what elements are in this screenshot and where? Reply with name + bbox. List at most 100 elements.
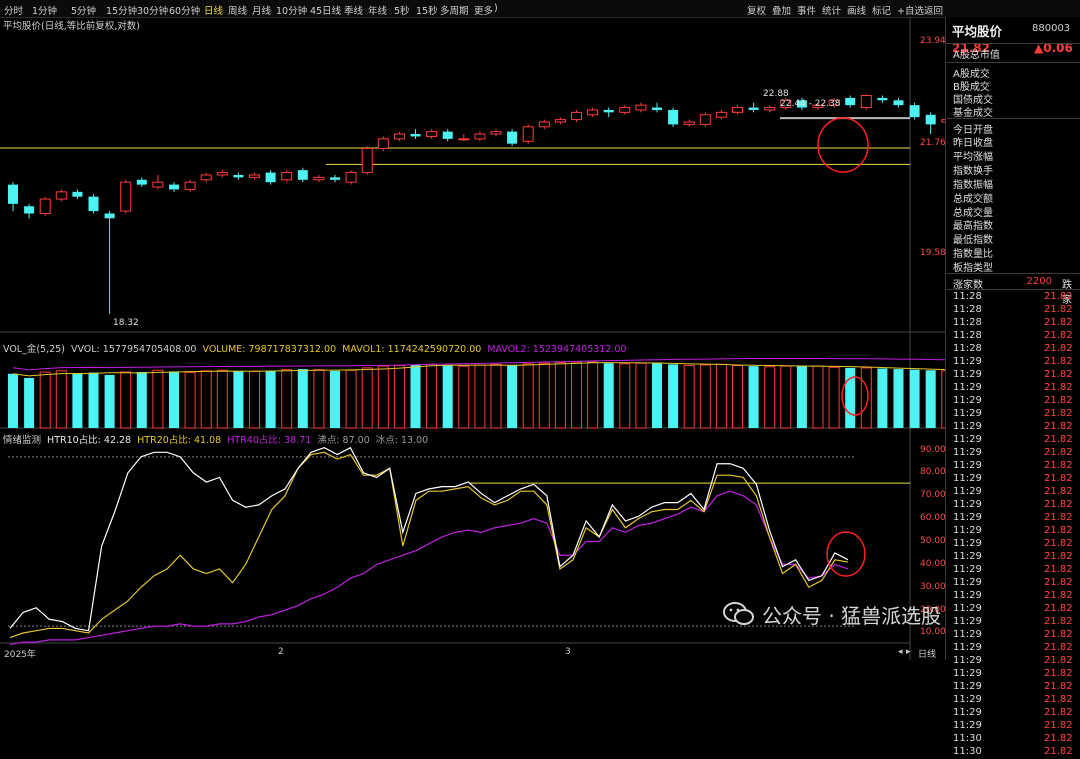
period-tab-2[interactable]: 5分钟: [71, 3, 96, 17]
scroll-left-button[interactable]: ◂: [898, 647, 903, 657]
annotation-range: 22.44 - 22.38: [780, 99, 841, 109]
volume-bar: [522, 363, 534, 429]
tick-row: 11:29 21.82: [946, 720, 1080, 733]
period-tab-15[interactable]: 多周期: [440, 3, 469, 17]
candle-body: [458, 138, 470, 141]
candle-body: [233, 174, 244, 178]
volume-bar: [281, 369, 293, 429]
tick-time: 11:29: [953, 629, 982, 640]
period-tab-8[interactable]: 月线: [252, 3, 271, 17]
wechat-icon: [723, 602, 754, 625]
period-tab-4[interactable]: 30分钟: [137, 3, 168, 17]
tick-row: 11:29 21.82: [946, 590, 1080, 603]
divider: [946, 43, 1080, 44]
candle-body: [426, 131, 438, 137]
volume-bar: [780, 365, 792, 429]
watermark-text: 公众号 · 猛兽派选股: [762, 604, 942, 628]
senti-legend-boil: 沸点: 87.00: [317, 435, 370, 446]
tool-fanhui[interactable]: 返回: [924, 3, 943, 17]
period-tab-1[interactable]: 1分钟: [32, 3, 57, 17]
volume-bar: [603, 363, 614, 428]
tick-price: 21.82: [1044, 317, 1073, 328]
tick-row: 11:29 21.82: [946, 603, 1080, 616]
tick-price: 21.82: [1044, 291, 1073, 302]
tool-fuquan[interactable]: 复权: [747, 3, 766, 17]
tick-price: 21.82: [1044, 681, 1073, 692]
candle-body: [297, 170, 308, 180]
scroll-right-button[interactable]: ▸: [906, 647, 911, 657]
tick-row: 11:29 21.82: [946, 629, 1080, 642]
candle-body: [281, 172, 293, 181]
stat-label-6: 昨日收盘: [953, 138, 993, 149]
tick-price: 21.82: [1044, 629, 1073, 640]
period-tab-7[interactable]: 周线: [228, 3, 247, 17]
candle-body: [313, 176, 325, 181]
period-tab-9[interactable]: 10分钟: [276, 3, 307, 17]
volume-bar: [668, 364, 679, 428]
price-axis-top: 23.94: [920, 36, 946, 46]
tick-time: 11:28: [953, 330, 982, 341]
divider: [946, 62, 1080, 63]
candle-body: [55, 191, 67, 200]
tick-price: 21.82: [1044, 694, 1073, 705]
chart-svg[interactable]: [0, 17, 945, 660]
volume-bar: [265, 371, 276, 428]
watermark: 公众号 · 猛兽派选股: [722, 600, 941, 629]
period-tab-16[interactable]: 更多: [474, 3, 493, 17]
bottom-period-tab[interactable]: 日线: [918, 647, 936, 660]
tool-zixuan[interactable]: +自选: [897, 3, 924, 17]
senti-legend-htr40: HTR40占比: 38.71: [227, 435, 312, 446]
tool-huaxian[interactable]: 画线: [847, 3, 866, 17]
tool-diejia[interactable]: 叠加: [772, 3, 791, 17]
candle-body: [200, 174, 212, 181]
candle-body: [8, 184, 18, 204]
tick-time: 11:29: [953, 538, 982, 549]
tick-time: 11:29: [953, 382, 982, 393]
tick-price: 21.82: [1044, 395, 1073, 406]
tick-row: 11:29 21.82: [946, 499, 1080, 512]
volume-bar: [715, 363, 727, 429]
tool-biaoji[interactable]: 标记: [872, 3, 891, 17]
volume-bar: [216, 369, 228, 429]
candle-body: [507, 131, 518, 144]
volume-bar: [796, 365, 807, 428]
tick-row: 11:28 21.82: [946, 304, 1080, 317]
period-tab-11[interactable]: 季线: [344, 3, 363, 17]
period-tab-0[interactable]: 分时: [4, 3, 23, 17]
period-tab-14[interactable]: 15秒: [416, 3, 438, 17]
tick-row: 11:29 21.82: [946, 382, 1080, 395]
tick-row: 11:29 21.82: [946, 447, 1080, 460]
candle-body: [571, 111, 582, 121]
tick-time: 11:28: [953, 343, 982, 354]
period-tab-6[interactable]: 日线: [204, 3, 223, 17]
tick-row: 11:29 21.82: [946, 642, 1080, 655]
tick-price: 21.82: [1044, 603, 1073, 614]
tool-shijian[interactable]: 事件: [797, 3, 816, 17]
tick-time: 11:29: [953, 525, 982, 536]
volume-bar: [732, 365, 743, 429]
candle-body: [442, 131, 453, 139]
tool-tongji[interactable]: 统计: [822, 3, 841, 17]
candle-body: [764, 107, 776, 111]
period-tab-13[interactable]: 5秒: [394, 3, 410, 17]
index-code: 880003: [1032, 23, 1071, 34]
candle-body: [845, 97, 856, 106]
tick-time: 11:29: [953, 590, 982, 601]
vol-legend-mavol1: MAVOL1: 1174242590720.00: [342, 344, 482, 355]
period-tab-10[interactable]: 45日线: [310, 3, 341, 17]
tick-row: 11:29 21.82: [946, 564, 1080, 577]
tick-price: 21.82: [1044, 525, 1073, 536]
chart-area[interactable]: 平均股价(日线,等比前复权,对数) 23.94 21.76 19.58 22.8…: [0, 17, 946, 660]
period-tab-5[interactable]: 60分钟: [169, 3, 200, 17]
period-tab-12[interactable]: 年线: [368, 3, 387, 17]
vol-legend-mavol2: MAVOL2: 1523947405312.00: [487, 344, 627, 355]
tick-row: 11:29 21.82: [946, 616, 1080, 629]
tick-time: 11:29: [953, 369, 982, 380]
stat-label-7: 平均涨幅: [953, 152, 993, 163]
candle-body: [104, 213, 115, 219]
tick-row: 11:28 21.82: [946, 330, 1080, 343]
stat-label-10: 总成交额: [953, 194, 993, 205]
tick-time: 11:29: [953, 603, 982, 614]
volume-bar: [426, 363, 438, 429]
period-tab-3[interactable]: 15分钟: [106, 3, 137, 17]
